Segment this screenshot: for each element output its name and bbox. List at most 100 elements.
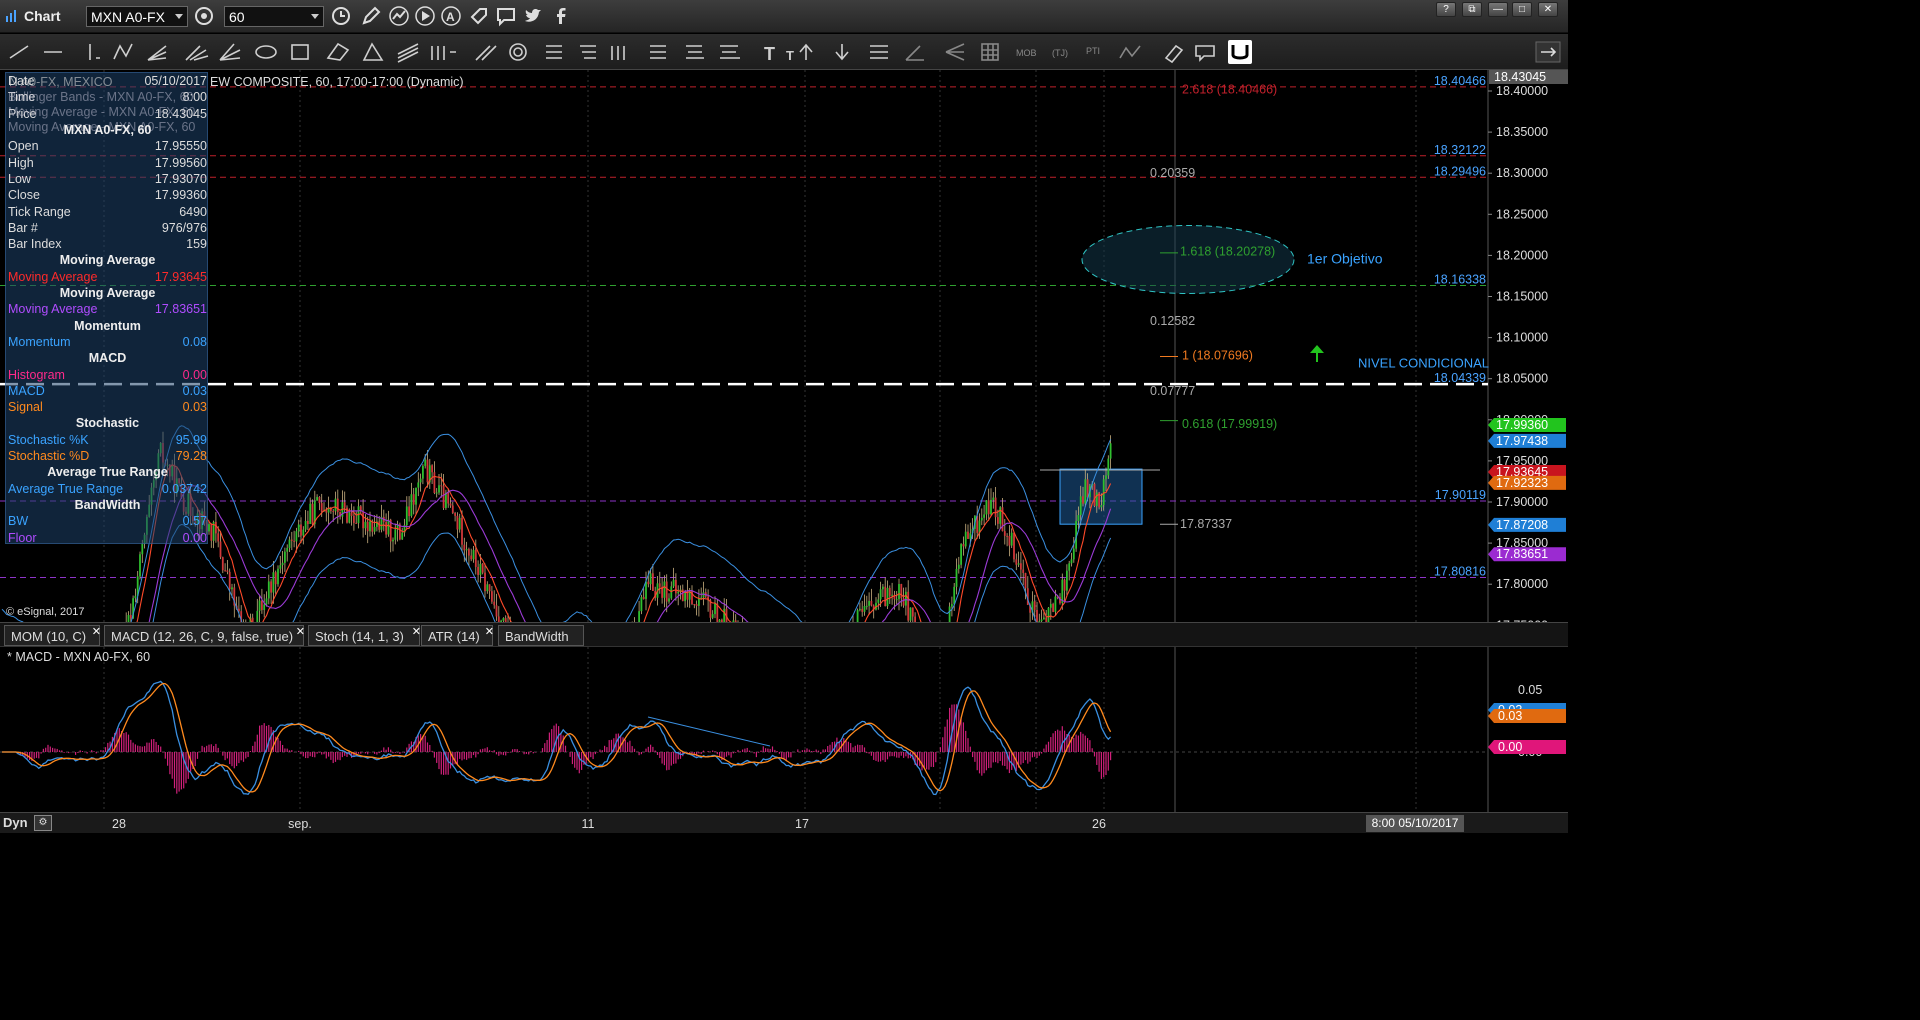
minimize-button[interactable]: — <box>1488 2 1508 17</box>
time-tick-label: 17 <box>795 817 809 831</box>
triangle-icon[interactable] <box>362 42 384 61</box>
candle-body <box>405 506 408 526</box>
fib-circle-icon[interactable] <box>509 43 527 61</box>
facebook-icon[interactable] <box>550 5 572 27</box>
collapse-icon[interactable] <box>1535 41 1561 63</box>
close-icon[interactable]: ✕ <box>92 625 101 638</box>
price-tick-label: 17.80000 <box>1496 577 1548 591</box>
trend-channel-icon[interactable] <box>475 45 497 61</box>
chevron-down-icon[interactable] <box>175 14 183 19</box>
link-gear-icon[interactable] <box>193 5 215 27</box>
bars-icon[interactable] <box>870 45 888 59</box>
close-icon[interactable]: ✕ <box>485 625 494 638</box>
help-button[interactable]: ? <box>1436 2 1456 17</box>
target-ellipse <box>1081 225 1295 295</box>
candle-body <box>304 520 307 530</box>
play-icon[interactable] <box>414 5 436 27</box>
fib-time-icon[interactable] <box>580 45 596 59</box>
pti-icon[interactable]: PTI <box>1086 46 1100 56</box>
fan-icon[interactable] <box>147 45 167 61</box>
candle-body <box>408 506 410 517</box>
pencil-icon[interactable] <box>360 5 382 27</box>
candle-body <box>419 478 422 483</box>
close-icon[interactable]: ✕ <box>296 625 305 638</box>
tj-icon[interactable]: (TJ) <box>1052 48 1068 58</box>
clock-icon[interactable] <box>330 5 352 27</box>
info-label: BW <box>8 514 29 529</box>
candle-body <box>465 549 468 551</box>
candle-body <box>1017 563 1020 565</box>
candle-body <box>438 485 440 493</box>
candle-body <box>307 520 309 524</box>
pitchfork-icon[interactable] <box>185 45 209 61</box>
fib-extension-icon[interactable] <box>611 46 625 60</box>
candle-body <box>332 510 335 512</box>
rectangle-icon[interactable] <box>291 44 309 60</box>
angle-icon[interactable] <box>905 45 924 61</box>
line-icon[interactable] <box>9 45 29 59</box>
chevron-down-icon[interactable] <box>311 14 319 19</box>
fib-arc-icon[interactable] <box>650 45 666 59</box>
symbol-value: MXN A0-FX <box>91 9 165 25</box>
macd-pane[interactable]: 0.050.000.030.030.00 <box>0 647 1568 812</box>
text-icon[interactable]: T <box>764 44 775 64</box>
interval-input[interactable]: 60 <box>224 6 324 27</box>
maximize-button[interactable]: □ <box>1512 2 1532 17</box>
symbol-input[interactable]: MXN A0-FX <box>86 6 188 27</box>
candle-body <box>695 604 698 606</box>
level-label: 18.16338 <box>1434 272 1486 286</box>
tab-bandwidth[interactable]: BandWidth <box>498 625 584 646</box>
zigzag-study-icon[interactable] <box>1119 45 1141 59</box>
parallel-channel-icon[interactable] <box>397 43 419 63</box>
chat-icon[interactable] <box>1195 45 1215 62</box>
study-row: BW 0.57 <box>8 513 207 529</box>
candle-body <box>960 544 962 565</box>
tab-mom[interactable]: MOM (10, C) ✕ <box>4 625 101 646</box>
close-button[interactable]: ✕ <box>1538 2 1558 17</box>
candle-body <box>675 579 677 594</box>
gann-fan-icon[interactable] <box>219 43 241 61</box>
price-tick-label: 18.05000 <box>1496 372 1548 386</box>
arrow-up-icon[interactable] <box>799 43 813 60</box>
candle-body <box>456 515 459 530</box>
speed-lines-icon[interactable] <box>945 43 965 61</box>
tab-macd[interactable]: MACD (12, 26, C, 9, false, true) ✕ <box>104 625 305 646</box>
price-chart-pane[interactable]: 18.40466 18.32122 18.29496 18.16338 18.04339… <box>0 70 1568 622</box>
comment-icon[interactable] <box>495 5 517 27</box>
candle-body <box>366 521 369 532</box>
price-chart-canvas[interactable]: 18.40466 18.32122 18.29496 18.16338 18.04339… <box>0 70 1568 622</box>
candle-body <box>865 605 868 607</box>
grid-icon[interactable] <box>981 43 999 61</box>
candle-body <box>343 502 346 508</box>
arrow-down-icon[interactable] <box>835 44 849 61</box>
eraser-icon[interactable] <box>326 42 350 61</box>
fib-fan-icon[interactable] <box>686 45 704 59</box>
candle-body <box>1033 601 1036 610</box>
candle-body <box>442 485 445 509</box>
vertical-line-icon[interactable] <box>89 44 100 60</box>
fib-speed-icon[interactable] <box>720 45 740 59</box>
zigzag-icon[interactable] <box>113 43 133 60</box>
price-tick-label: 17.90000 <box>1496 495 1548 509</box>
restore-button[interactable]: ⧉ <box>1462 2 1482 17</box>
cycle-lines-icon[interactable] <box>431 46 456 60</box>
price-tick-label: 18.35000 <box>1496 125 1548 139</box>
candle-body <box>951 604 953 607</box>
alert-icon[interactable]: A <box>440 5 462 27</box>
macd-canvas[interactable]: 0.050.000.030.030.00 <box>0 647 1568 812</box>
mob-icon[interactable]: MOB <box>1016 48 1037 58</box>
text-size-icon[interactable]: T <box>786 48 794 63</box>
tab-stoch[interactable]: Stoch (14, 1, 3) ✕ <box>308 625 421 646</box>
fib-retracement-icon[interactable] <box>546 45 562 59</box>
tag-icon[interactable] <box>468 5 490 27</box>
tab-atr[interactable]: ATR (14) ✕ <box>421 625 494 646</box>
info-value: 0.00 <box>182 530 207 545</box>
close-icon[interactable]: ✕ <box>412 625 421 638</box>
candle-body <box>1043 617 1045 620</box>
u-logo-icon[interactable] <box>1228 40 1252 64</box>
ellipse-icon[interactable] <box>255 45 277 59</box>
twitter-icon[interactable] <box>522 5 544 27</box>
line-chart-icon[interactable] <box>388 5 410 27</box>
ohlc-row: Bar # 976/976 <box>8 220 207 236</box>
clear-drawings-icon[interactable] <box>1164 44 1184 64</box>
